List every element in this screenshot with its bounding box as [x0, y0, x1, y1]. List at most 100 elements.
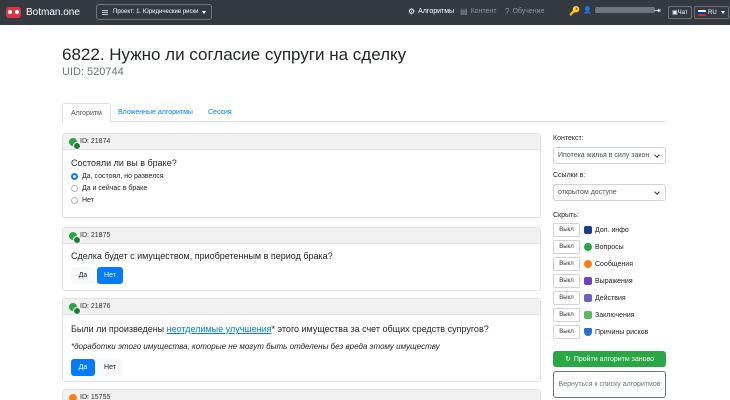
action-icon	[584, 294, 592, 302]
question-text-part: Были ли произведены	[71, 324, 167, 334]
hide-toggle-button[interactable]: Выкл	[553, 308, 580, 322]
expression-icon	[584, 277, 592, 285]
hide-toggle-row: Выкл Действия	[553, 291, 626, 305]
back-to-list-button[interactable]: Вернуться к списку алгоритмов	[553, 371, 666, 398]
help-icon: ?	[505, 7, 510, 16]
hide-item-label: Заключения	[595, 311, 635, 319]
key-icon[interactable]: 🔑	[569, 6, 580, 17]
tab-session[interactable]: Сессия	[200, 103, 240, 123]
language-selector[interactable]: RU	[694, 6, 729, 19]
logout-icon[interactable]: ⇥	[654, 6, 661, 15]
user-name-redacted	[594, 7, 655, 13]
radio[interactable]	[71, 197, 78, 204]
chat-button-label: Чат	[677, 9, 688, 16]
context-select-value: Ипотека жилья в силу закон	[558, 152, 650, 159]
context-label: Контекст:	[553, 135, 584, 142]
hide-toggle-button[interactable]: Выкл	[553, 223, 580, 237]
answer-option[interactable]: Да, состоял, но развелся	[71, 173, 164, 180]
info-icon	[584, 226, 592, 234]
radio-checked[interactable]	[71, 173, 78, 180]
hide-toggle-button[interactable]: Выкл	[553, 274, 580, 288]
hide-toggle-row: Выкл Выражения	[553, 274, 633, 288]
user-menu[interactable]: 👤	[583, 6, 655, 14]
improvements-link[interactable]: неотделимые улучшения	[167, 324, 272, 334]
tab-algorithm[interactable]: Алгоритм	[62, 103, 111, 123]
chat-button[interactable]: ▣ Чат	[668, 6, 692, 19]
radio[interactable]	[71, 185, 78, 192]
hide-item-label: Доп. инфо	[595, 226, 629, 234]
yes-button[interactable]: Да	[71, 267, 95, 284]
hide-toggle-row: Выкл Доп. инфо	[553, 223, 629, 237]
answer-option-label: Да, состоял, но развелся	[82, 173, 164, 180]
answer-option-label: Да и сейчас в браке	[82, 185, 148, 192]
question-text: Состояли ли вы в браке?	[71, 158, 177, 168]
hide-toggle-button[interactable]: Выкл	[553, 240, 580, 254]
links-select-value: открытом доступе	[558, 189, 617, 196]
answer-option-label: Нет	[82, 197, 94, 204]
card-header: ID: 15755	[63, 390, 540, 400]
nav-learning[interactable]: ? Обучение	[505, 7, 544, 16]
hide-toggle-row: Выкл Причины рисков	[553, 325, 648, 339]
brand-name: Botman.one	[26, 7, 80, 18]
nav-content-label: Контент	[470, 8, 497, 15]
message-icon	[69, 393, 77, 400]
card-header: ID: 21875	[63, 228, 540, 244]
hide-toggle-button[interactable]: Выкл	[553, 291, 580, 305]
hide-toggle-button[interactable]: Выкл	[553, 325, 580, 339]
project-selector-label: Проект: 1. Юридические риски	[113, 9, 199, 15]
nav-algorithms[interactable]: ⚙ Алгоритмы	[408, 7, 454, 16]
chevron-down-icon	[654, 189, 660, 195]
tab-bar: Алгоритм Вложенные алгоритмы Сессия	[62, 103, 666, 123]
top-navbar: Botman.one Проект: 1. Юридические риски …	[0, 0, 730, 25]
context-select[interactable]: Ипотека жилья в силу закон	[553, 147, 666, 164]
restart-algorithm-button[interactable]: ↻ Пройти алгоритм заново	[553, 351, 666, 367]
refresh-icon: ↻	[564, 356, 571, 363]
hide-toggle-button[interactable]: Выкл	[553, 257, 580, 271]
question-card: ID: 21876 Были ли произведены неотделимы…	[62, 298, 541, 382]
links-label: Ссылки в:	[553, 172, 586, 179]
hide-item-label: Действия	[595, 294, 626, 302]
caret-down-icon	[202, 10, 207, 14]
question-card: ID: 21875 Сделка будет с имуществом, при…	[62, 227, 541, 291]
restart-algorithm-label: Пройти алгоритм заново	[573, 355, 655, 363]
botman-logo-icon	[6, 7, 21, 18]
card-header: ID: 21874	[63, 134, 540, 150]
card-header: ID: 21876	[63, 299, 540, 315]
tab-nested-algorithms[interactable]: Вложенные алгоритмы	[110, 103, 201, 123]
question-id: ID: 21874	[80, 138, 111, 145]
hide-item-label: Выражения	[595, 277, 633, 285]
hide-item-label: Вопросы	[595, 243, 624, 251]
page-title: 6822. Нужно ли согласие супруги на сделк…	[62, 45, 407, 64]
hide-item-label: Сообщения	[595, 260, 633, 268]
nav-content[interactable]: ▤ Контент	[460, 7, 497, 16]
language-label: RU	[708, 9, 717, 16]
russian-flag-icon	[698, 9, 706, 16]
shield-icon	[584, 328, 592, 336]
sitemap-icon: ⚙	[408, 7, 416, 16]
caret-down-icon	[720, 11, 725, 14]
project-selector-button[interactable]: Проект: 1. Юридические риски	[96, 4, 213, 20]
message-id: ID: 15755	[80, 394, 111, 400]
links-select[interactable]: открытом доступе	[553, 184, 666, 201]
menu-icon	[102, 9, 108, 15]
answer-option[interactable]: Нет	[71, 197, 94, 204]
question-icon	[69, 137, 81, 150]
answer-option[interactable]: Да и сейчас в браке	[71, 185, 147, 192]
hide-item-label: Причины рисков	[595, 328, 649, 336]
brand[interactable]: Botman.one	[6, 7, 80, 18]
question-card: ID: 21874 Состояли ли вы в браке? Да, со…	[62, 133, 541, 218]
user-icon: 👤	[583, 7, 592, 14]
algorithm-uid: UID: 520744	[62, 66, 124, 78]
question-text: Были ли произведены неотделимые улучшени…	[71, 324, 489, 334]
hide-toggle-row: Выкл Заключения	[553, 308, 635, 322]
chevron-down-icon	[654, 152, 660, 158]
hide-toggle-row: Выкл Сообщения	[553, 257, 633, 271]
nav-algorithms-label: Алгоритмы	[418, 8, 455, 15]
hide-label: Скрыть:	[553, 212, 579, 219]
message-card: ID: 15755	[62, 389, 541, 400]
no-button[interactable]: Нет	[97, 359, 123, 376]
no-button[interactable]: Нет	[97, 267, 123, 284]
question-icon	[69, 302, 81, 315]
yes-button[interactable]: Да	[71, 359, 95, 376]
question-id: ID: 21875	[80, 232, 111, 239]
